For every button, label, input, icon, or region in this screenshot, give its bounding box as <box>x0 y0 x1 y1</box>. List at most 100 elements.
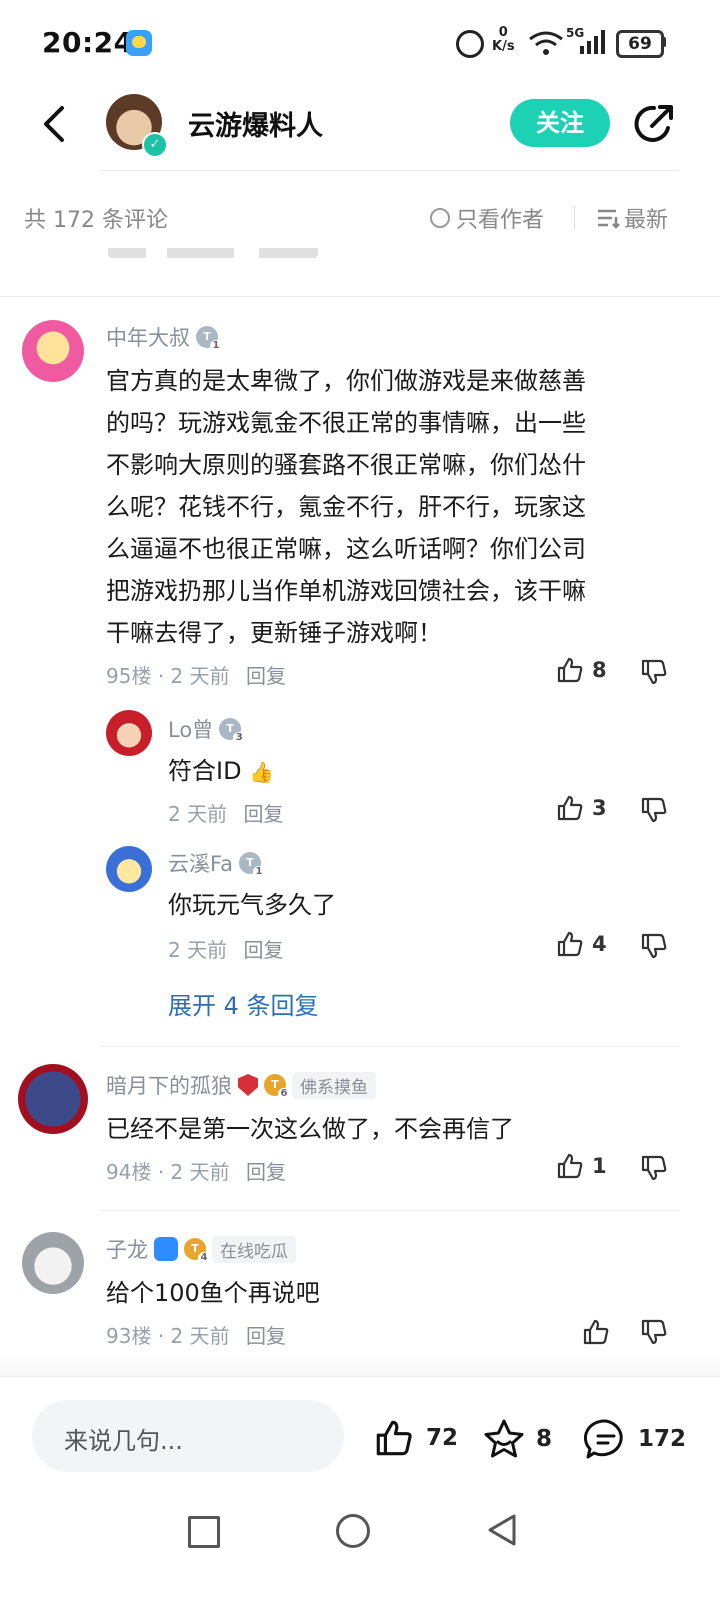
signal-icon <box>580 30 605 54</box>
reply-content: 符合ID <box>168 757 242 785</box>
comment-line: 干嘛去得了，更新锤子游戏啊！ <box>106 619 442 647</box>
thumbs-up-icon <box>376 1420 412 1456</box>
thumbs-up-icon <box>557 931 583 957</box>
comment-line: 的吗？玩游戏氪金不很正常的事情嘛，出一些 <box>106 409 586 437</box>
reply-user-avatar[interactable] <box>106 846 152 892</box>
reply-meta: 2 天前 回复 <box>168 934 283 963</box>
level-badge-icon: T1 <box>239 852 266 878</box>
user-tag: 在线吃瓜 <box>212 1235 296 1263</box>
level-number: 1 <box>210 340 222 352</box>
sort-icon <box>598 209 620 229</box>
favorite-count: 8 <box>536 1426 553 1452</box>
section-divider <box>100 1210 680 1211</box>
comment-line: 么逼逼不也很正常嘛，这么听话啊？你们公司 <box>106 535 586 563</box>
user-avatar[interactable] <box>22 1232 84 1294</box>
battery-tip <box>662 37 666 47</box>
like-button[interactable]: 3 <box>556 794 607 822</box>
reply-user-avatar[interactable] <box>106 710 152 756</box>
header-divider <box>100 170 678 171</box>
follow-button[interactable]: 关注 <box>510 99 610 147</box>
comment-time: · 2 天前 <box>157 664 230 688</box>
shield-badge-icon <box>238 1074 258 1096</box>
username[interactable]: Lo曾 <box>168 714 213 744</box>
comment-line: 么呢？花钱不行，氪金不行，肝不行，玩家这 <box>106 493 586 521</box>
reply-meta: 2 天前 回复 <box>168 798 283 827</box>
comment-meta: 94楼 · 2 天前 回复 <box>106 1156 286 1185</box>
post-like-count: 72 <box>426 1425 459 1451</box>
username[interactable]: 中年大叔 <box>106 322 190 352</box>
reply-button[interactable]: 回复 <box>246 1324 286 1348</box>
reply-button[interactable]: 回复 <box>243 938 283 962</box>
like-button[interactable]: 8 <box>556 656 607 684</box>
net-speed-value: 0 <box>498 25 508 40</box>
alarm-icon <box>456 30 484 58</box>
net-speed-unit: K/s <box>492 39 515 54</box>
level-badge-icon: T1 <box>196 326 222 352</box>
only-author-label: 只看作者 <box>456 208 545 233</box>
thumbs-down-icon[interactable] <box>640 796 668 824</box>
user-avatar[interactable] <box>22 320 84 382</box>
comment-meta: 95楼 · 2 天前 回复 <box>106 660 286 689</box>
reply-username-row: Lo曾 T3 <box>168 714 246 744</box>
level-badge-icon: T4 <box>184 1238 210 1264</box>
comment-count-label: 共 172 条评论 <box>24 208 168 233</box>
level-number: 3 <box>233 732 246 744</box>
floor-number: 95楼 <box>106 664 152 688</box>
like-button[interactable]: 4 <box>556 930 607 958</box>
username[interactable]: 云溪Fa <box>168 848 233 878</box>
author-name[interactable]: 云游爆料人 <box>188 104 323 143</box>
reply-time: 2 天前 <box>168 938 228 962</box>
system-navbar <box>0 1490 720 1604</box>
comment-time: · 2 天前 <box>157 1160 230 1184</box>
comments-button[interactable]: 172 <box>584 1418 686 1460</box>
reply-button[interactable]: 回复 <box>246 664 286 688</box>
username[interactable]: 子龙 <box>106 1234 148 1264</box>
nav-back-icon[interactable] <box>486 1512 518 1548</box>
favorite-button[interactable]: 8 <box>482 1418 552 1460</box>
wifi-icon <box>529 31 563 55</box>
reply-button[interactable]: 回复 <box>246 1160 286 1184</box>
like-count: 1 <box>592 1154 607 1178</box>
user-avatar[interactable] <box>18 1064 88 1134</box>
comment-meta: 93楼 · 2 天前 回复 <box>106 1320 286 1349</box>
thumbs-down-icon[interactable] <box>640 1318 668 1346</box>
thumbs-up-icon <box>557 795 583 821</box>
share-icon[interactable] <box>632 102 676 146</box>
reply-text: 符合ID 👍 <box>168 750 274 793</box>
post-like-button[interactable]: 72 <box>372 1418 458 1458</box>
thumbs-up-icon[interactable] <box>582 1318 610 1346</box>
sort-divider <box>574 206 575 230</box>
comment-input-placeholder: 来说几句... <box>64 1427 183 1455</box>
comment-line: 不影响大原则的骚套路不很正常嘛，你们怂什 <box>106 451 586 479</box>
comment-count: 172 <box>638 1426 687 1452</box>
like-button[interactable]: 1 <box>556 1152 607 1180</box>
sort-latest-button[interactable]: 最新 <box>596 202 668 234</box>
gamepad-badge-icon <box>154 1237 178 1261</box>
reply-button[interactable]: 回复 <box>243 802 283 826</box>
section-divider <box>100 1046 680 1047</box>
like-count: 4 <box>592 932 607 956</box>
back-arrow-icon[interactable] <box>36 104 76 144</box>
level-badge-icon: T6 <box>264 1074 290 1100</box>
expand-replies-link[interactable]: 展开 4 条回复 <box>168 986 319 1021</box>
thumbs-down-icon[interactable] <box>640 932 668 960</box>
floor-number: 94楼 <box>106 1160 152 1184</box>
net-speed: 0 K/s <box>492 26 515 54</box>
only-author-toggle[interactable]: 只看作者 <box>430 202 544 234</box>
username[interactable]: 暗月下的孤狼 <box>106 1070 232 1100</box>
weather-icon <box>126 30 152 56</box>
home-icon[interactable] <box>336 1514 370 1548</box>
user-tag: 佛系摸鱼 <box>292 1071 376 1099</box>
clipped-previous-comment <box>100 248 680 270</box>
level-number: 1 <box>253 866 266 878</box>
comment-line: 把游戏扔那儿当作单机游戏回馈社会，该干嘛 <box>106 577 586 605</box>
comment-text: 已经不是第一次这么做了，不会再信了 <box>106 1115 514 1143</box>
recent-apps-icon[interactable] <box>188 1516 220 1548</box>
thumbs-down-icon[interactable] <box>640 1154 668 1182</box>
comment-text: 给个100鱼个再说吧 <box>106 1279 320 1307</box>
level-number: 6 <box>278 1088 290 1100</box>
thumbs-down-icon[interactable] <box>640 658 668 686</box>
comment-username-row: 中年大叔 T1 <box>106 322 222 352</box>
status-time: 20:24 <box>42 26 134 59</box>
battery-indicator: 69 <box>616 30 664 58</box>
